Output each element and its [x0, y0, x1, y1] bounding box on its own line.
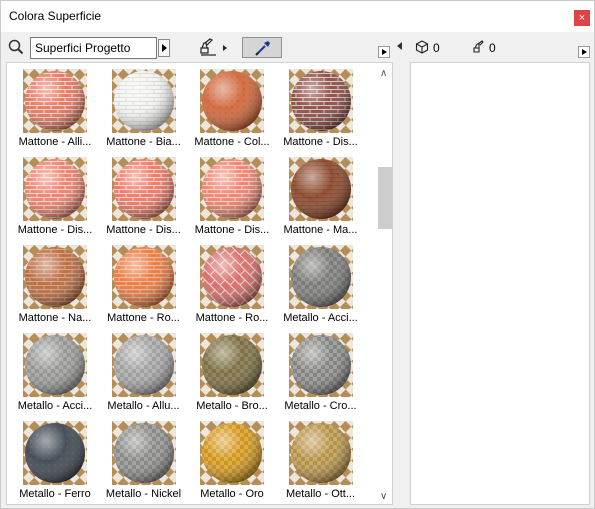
search-icon[interactable] [8, 39, 24, 55]
surface-filter-field[interactable]: Superfici Progetto [30, 37, 157, 59]
surface-label: Mattone - Dis... [194, 224, 270, 236]
surface-item[interactable]: Mattone - Bia... [100, 66, 188, 154]
surface-label: Metallo - Acci... [283, 312, 358, 324]
surface-label: Mattone - Bia... [106, 136, 181, 148]
surface-label: Mattone - Ma... [283, 224, 358, 236]
surface-thumbnail [200, 245, 264, 309]
brush-count-icon [472, 40, 486, 54]
paint-brush-icon [197, 38, 231, 62]
scrollbar-thumb[interactable] [378, 167, 392, 229]
surface-thumbnail [200, 333, 264, 397]
scroll-down-icon[interactable]: ∨ [380, 491, 387, 502]
surface-item[interactable]: Mattone - Col... [188, 66, 276, 154]
surface-label: Metallo - Allu... [107, 400, 180, 412]
surface-thumbnail [111, 333, 176, 397]
brush-count: 0 [489, 41, 496, 55]
surface-thumbnail [200, 157, 264, 221]
surface-thumbnail [111, 421, 176, 485]
surface-label: Metallo - Acci... [17, 400, 93, 412]
surface-list: Mattone - Alli... Mattone - Bia... Matto… [6, 62, 393, 505]
surface-thumbnail [200, 69, 264, 133]
right-panel-expand-button[interactable] [578, 46, 590, 58]
surface-thumbnail [111, 69, 176, 133]
vertical-scrollbar[interactable]: ∧ ∨ [376, 63, 392, 504]
surface-item[interactable]: Mattone - Ro... [100, 242, 188, 330]
title-bar: Colora Superficie × [1, 1, 594, 32]
surface-thumbnail [23, 421, 87, 485]
surface-settings-panel [410, 62, 590, 505]
scroll-up-icon[interactable]: ∧ [380, 68, 387, 79]
surface-thumbnail [200, 421, 264, 485]
surface-thumbnail [288, 245, 353, 309]
surface-thumbnail [288, 69, 353, 133]
surface-item[interactable]: Mattone - Ma... [277, 154, 365, 242]
surface-label: Mattone - Na... [18, 312, 92, 324]
colora-superficie-window: Colora Superficie × Superfici Progetto 0… [0, 0, 595, 509]
surface-thumbnail [23, 157, 87, 221]
surface-item[interactable]: Mattone - Ro... [188, 242, 276, 330]
surface-item[interactable]: Metallo - Nickel [100, 418, 188, 504]
surface-count: 0 [433, 41, 440, 55]
surface-thumbnail [288, 421, 353, 485]
eyedropper-icon [243, 41, 281, 60]
left-panel-expand-button[interactable] [378, 46, 390, 58]
surface-item[interactable]: Metallo - Acci... [277, 242, 365, 330]
surface-item[interactable]: Mattone - Dis... [188, 154, 276, 242]
close-button[interactable]: × [574, 10, 590, 26]
surface-label: Metallo - Bro... [196, 400, 268, 412]
surface-item[interactable]: Metallo - Oro [188, 418, 276, 504]
surface-item[interactable]: Metallo - Acci... [11, 330, 99, 418]
surface-label: Mattone - Ro... [107, 312, 180, 324]
surface-item[interactable]: Metallo - Ott... [277, 418, 365, 504]
surface-item[interactable]: Mattone - Dis... [277, 66, 365, 154]
surface-item[interactable]: Metallo - Allu... [100, 330, 188, 418]
surface-label: Mattone - Dis... [17, 224, 93, 236]
surface-item[interactable]: Mattone - Na... [11, 242, 99, 330]
surface-label: Metallo - Ott... [285, 488, 356, 500]
surface-item[interactable]: Mattone - Dis... [11, 154, 99, 242]
surface-label: Mattone - Dis... [283, 136, 358, 148]
surface-label: Mattone - Dis... [106, 224, 181, 236]
surface-label: Mattone - Ro... [195, 312, 269, 324]
surface-thumbnail [288, 333, 353, 397]
right-panel-collapse-arrow[interactable] [397, 42, 403, 50]
surface-item[interactable]: Metallo - Cro... [277, 330, 365, 418]
surface-label: Mattone - Col... [194, 136, 270, 148]
surface-label: Metallo - Nickel [105, 488, 182, 500]
surface-thumbnail [23, 333, 87, 397]
surface-label: Metallo - Ferro [19, 488, 91, 500]
surface-cube-icon [415, 40, 429, 54]
surface-thumbnail [111, 157, 176, 221]
surface-label: Metallo - Oro [200, 488, 264, 500]
surface-item[interactable]: Mattone - Alli... [11, 66, 99, 154]
surface-label: Mattone - Alli... [18, 136, 92, 148]
surface-item[interactable]: Metallo - Ferro [11, 418, 99, 504]
surface-item[interactable]: Mattone - Dis... [100, 154, 188, 242]
filter-menu-arrow-button[interactable] [158, 39, 170, 57]
window-title: Colora Superficie [9, 9, 102, 23]
surface-item[interactable]: Metallo - Bro... [188, 330, 276, 418]
eyedropper-button[interactable] [242, 37, 282, 58]
surface-thumbnail [111, 245, 176, 309]
surface-thumbnail [23, 245, 87, 309]
surface-thumbnail [23, 69, 87, 133]
surface-label: Metallo - Cro... [284, 400, 357, 412]
surface-thumbnail [288, 157, 353, 221]
paint-brush-tool-button[interactable] [197, 37, 231, 59]
